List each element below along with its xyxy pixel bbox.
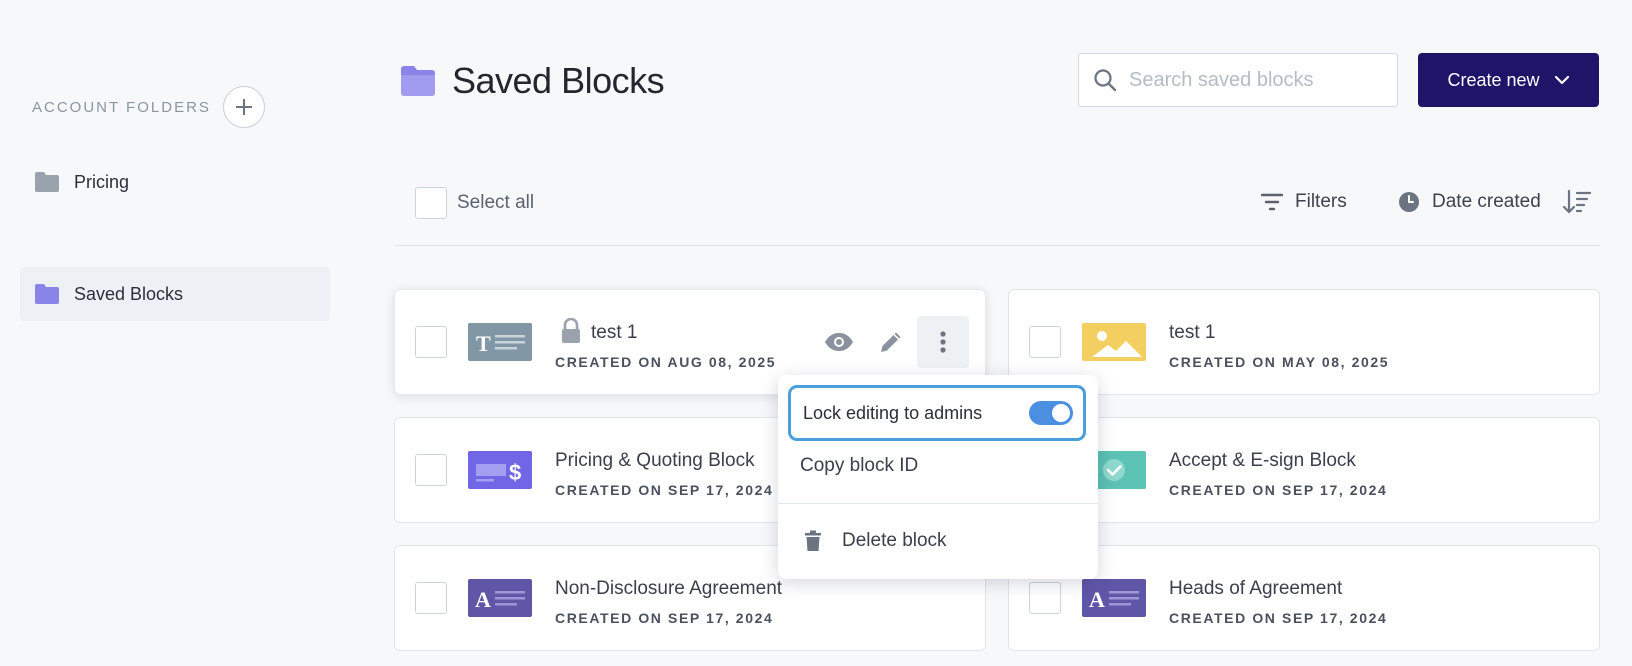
block-checkbox[interactable] xyxy=(1029,326,1061,358)
copy-block-id-item[interactable]: Copy block ID xyxy=(800,455,918,477)
sidebar-item-pricing[interactable]: Pricing xyxy=(20,155,330,209)
more-options-button[interactable] xyxy=(917,316,969,368)
search-box[interactable] xyxy=(1078,53,1398,107)
filters-button[interactable]: Filters xyxy=(1261,191,1347,213)
svg-text:T: T xyxy=(476,331,491,356)
menu-divider xyxy=(778,503,1098,504)
block-title: Accept & E-sign Block xyxy=(1169,450,1356,471)
sort-field-button[interactable]: Date created xyxy=(1398,191,1541,213)
delete-block-label: Delete block xyxy=(842,530,947,551)
filters-label: Filters xyxy=(1295,191,1347,212)
trash-icon xyxy=(805,530,821,551)
block-context-menu: Lock editing to admins Copy block ID Del… xyxy=(778,375,1098,579)
select-all[interactable]: Select all xyxy=(415,187,534,219)
sort-direction-icon[interactable] xyxy=(1562,189,1592,215)
clock-icon xyxy=(1399,192,1419,212)
lock-editing-label: Lock editing to admins xyxy=(803,402,983,423)
plus-icon xyxy=(235,99,252,115)
sidebar-item-saved-blocks[interactable]: Saved Blocks xyxy=(20,267,330,321)
block-created-date: CREATED ON SEP 17, 2024 xyxy=(555,482,774,498)
more-vertical-icon xyxy=(940,331,946,353)
create-new-button[interactable]: Create new xyxy=(1418,53,1599,107)
sidebar-item-label: Pricing xyxy=(74,171,130,192)
block-created-date: CREATED ON SEP 17, 2024 xyxy=(555,610,774,626)
block-checkbox[interactable] xyxy=(415,582,447,614)
delete-block-item[interactable]: Delete block xyxy=(804,530,947,552)
edit-button[interactable] xyxy=(865,316,917,368)
sidebar: ACCOUNT FOLDERS Pricing Saved Blocks xyxy=(0,0,340,666)
block-title: Non-Disclosure Agreement xyxy=(555,578,783,599)
sidebar-item-label: Saved Blocks xyxy=(74,283,184,304)
folder-icon xyxy=(401,66,435,96)
folder-icon xyxy=(35,284,59,304)
lock-editing-toggle-item[interactable]: Lock editing to admins xyxy=(788,385,1086,441)
block-checkbox[interactable] xyxy=(1029,582,1061,614)
pricing-block-thumbnail: $ xyxy=(468,451,532,489)
sort-field-label: Date created xyxy=(1432,191,1541,212)
text-block-thumbnail: T xyxy=(468,323,532,361)
eye-icon xyxy=(825,333,853,351)
block-title: test 1 xyxy=(1169,322,1216,343)
block-created-date: CREATED ON MAY 08, 2025 xyxy=(1169,354,1390,370)
image-block-thumbnail xyxy=(1082,323,1146,361)
svg-text:A: A xyxy=(1089,587,1105,612)
block-created-date: CREATED ON SEP 17, 2024 xyxy=(1169,482,1388,498)
search-input[interactable] xyxy=(1129,68,1379,92)
folder-icon xyxy=(35,172,59,192)
search-icon xyxy=(1094,69,1117,92)
lock-editing-switch[interactable] xyxy=(1029,401,1073,425)
block-checkbox[interactable] xyxy=(415,326,447,358)
select-all-label: Select all xyxy=(457,192,535,213)
add-folder-button[interactable] xyxy=(222,86,265,128)
preview-button[interactable] xyxy=(813,316,865,368)
block-title: test 1 xyxy=(591,322,638,343)
page-title: Saved Blocks xyxy=(452,60,665,101)
create-new-label: Create new xyxy=(1447,69,1540,90)
toolbar-divider xyxy=(395,245,1600,246)
account-folders-label: ACCOUNT FOLDERS xyxy=(32,98,211,116)
account-folders-header: ACCOUNT FOLDERS xyxy=(32,86,265,128)
select-all-checkbox[interactable] xyxy=(415,187,447,219)
svg-text:A: A xyxy=(475,587,491,612)
agreement-block-thumbnail: A xyxy=(1082,579,1146,617)
switch-knob xyxy=(1052,404,1070,422)
list-toolbar: Select all Filters Date created xyxy=(395,183,1600,223)
svg-text:$: $ xyxy=(509,460,521,485)
chevron-down-icon xyxy=(1554,75,1569,85)
pencil-icon xyxy=(881,332,901,352)
block-actions xyxy=(813,316,969,368)
block-title: Heads of Agreement xyxy=(1169,578,1343,599)
block-checkbox[interactable] xyxy=(415,454,447,486)
block-title: Pricing & Quoting Block xyxy=(555,450,755,471)
page-header: Saved Blocks xyxy=(400,60,665,102)
filter-icon xyxy=(1261,193,1283,211)
block-created-date: CREATED ON AUG 08, 2025 xyxy=(555,354,777,370)
block-created-date: CREATED ON SEP 17, 2024 xyxy=(1169,610,1388,626)
agreement-block-thumbnail: A xyxy=(468,579,532,617)
lock-icon xyxy=(562,318,580,343)
